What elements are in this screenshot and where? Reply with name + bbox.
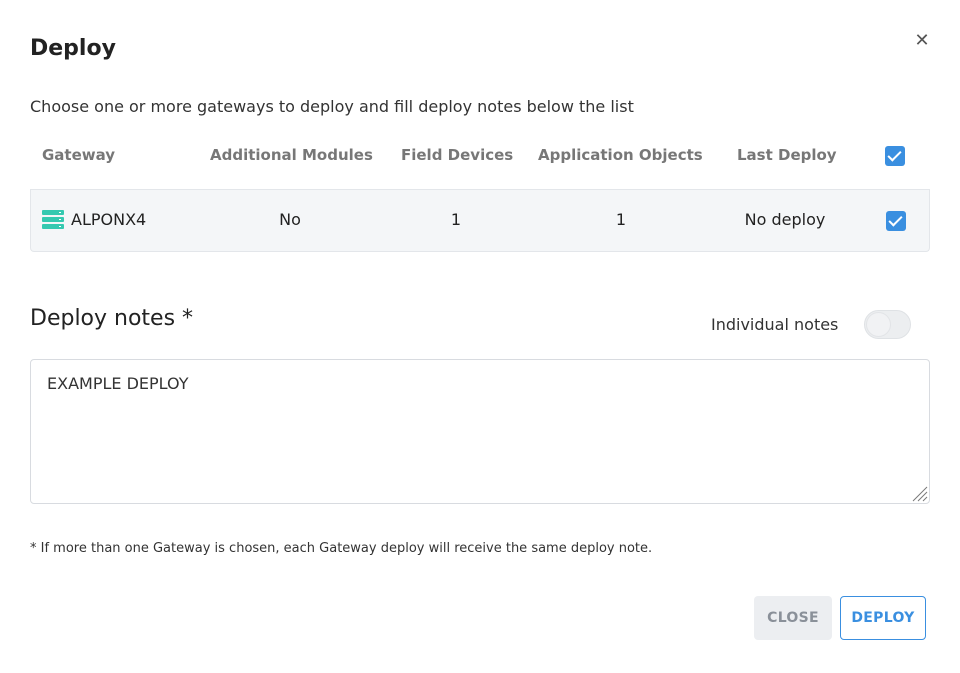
row-checkbox[interactable] [886,211,906,231]
deploy-notes-title: Deploy notes * [30,306,194,331]
column-header-field-devices: Field Devices [401,146,514,164]
close-button[interactable]: CLOSE [754,596,832,640]
deploy-button[interactable]: DEPLOY [840,596,926,640]
deploy-dialog: Deploy ✕ Choose one or more gateways to … [0,0,960,673]
toggle-knob [866,312,891,337]
column-header-gateway: Gateway [42,146,116,164]
table-header: Gateway Additional Modules Field Devices… [30,134,930,190]
last-deploy-value: No deploy [744,210,826,229]
column-header-application-objects: Application Objects [538,146,703,164]
deploy-notes-textarea[interactable]: EXAMPLE DEPLOY [30,359,930,504]
field-devices-value: 1 [450,210,462,229]
individual-notes-label: Individual notes [711,315,839,334]
individual-notes-toggle[interactable] [864,310,911,339]
column-header-last-deploy: Last Deploy [737,146,837,164]
application-objects-value: 1 [615,210,627,229]
additional-modules-value: No [279,210,301,229]
close-icon[interactable]: ✕ [912,31,932,51]
server-icon [42,210,64,230]
dialog-subtitle: Choose one or more gateways to deploy an… [30,97,634,116]
column-header-additional-modules: Additional Modules [210,146,373,164]
gateway-table: Gateway Additional Modules Field Devices… [30,134,930,252]
deploy-notes-footnote: * If more than one Gateway is chosen, ea… [30,541,653,556]
resize-grip-icon[interactable] [910,484,928,502]
select-all-checkbox[interactable] [885,146,905,166]
gateway-name: ALPONX4 [71,210,147,229]
table-row[interactable]: ALPONX4 No 1 1 No deploy [30,190,930,252]
dialog-title: Deploy [30,36,116,61]
